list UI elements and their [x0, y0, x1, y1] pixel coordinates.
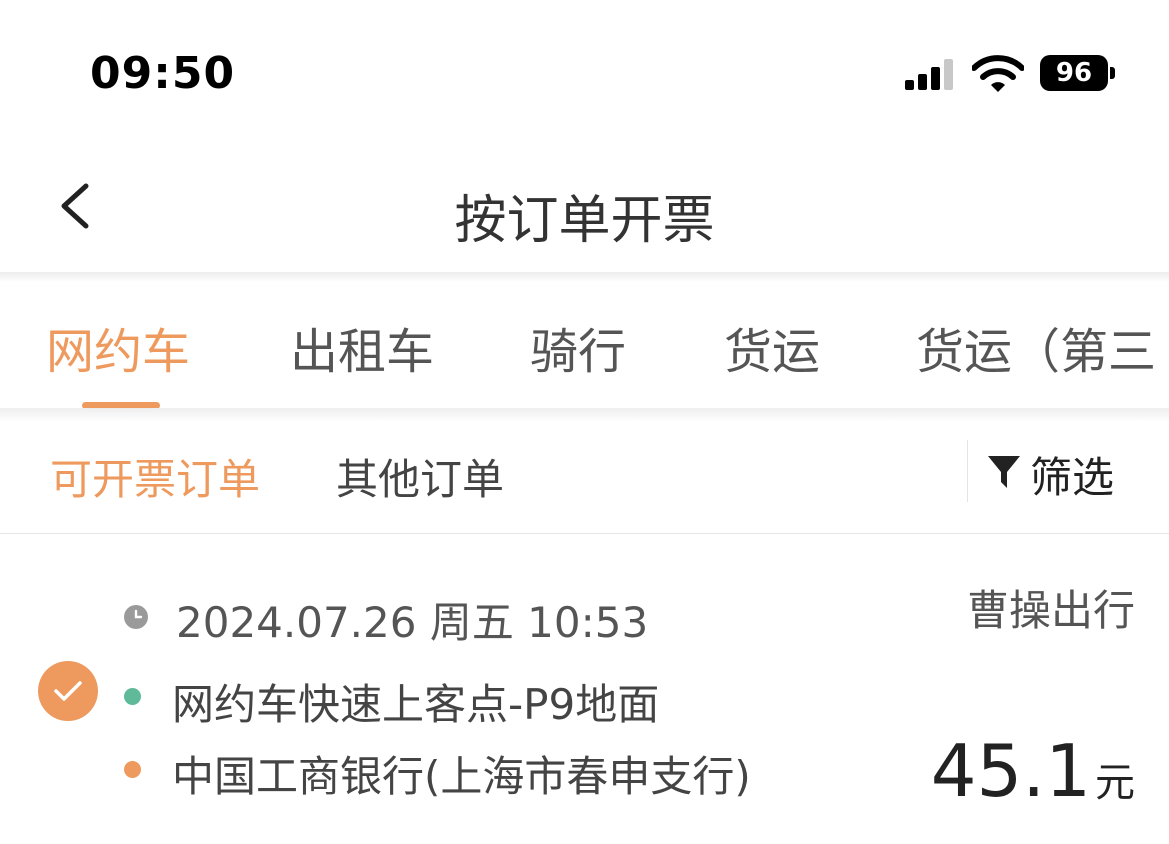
tab-ride-hailing[interactable]: 网约车: [46, 312, 190, 382]
tab-cycling[interactable]: 骑行: [530, 312, 626, 382]
funnel-icon: [988, 456, 1020, 488]
tab-freight-third-party[interactable]: 货运（第三: [916, 312, 1156, 382]
order-item[interactable]: 2024.07.26 周五 10:53 曹操出行 网约车快速上客点-P9地面 中…: [0, 535, 1169, 844]
nav-divider: [0, 272, 1169, 282]
filter-divider: [967, 440, 968, 502]
category-tabs: 网约车 出租车 骑行 货运 货运（第三: [0, 282, 1169, 410]
filter-label: 筛选: [1030, 453, 1115, 502]
check-icon: [54, 681, 82, 701]
order-time: 2024.07.26 周五 10:53: [176, 598, 649, 647]
order-start-address: 网约车快速上客点-P9地面: [172, 680, 660, 729]
subtab-other-orders[interactable]: 其他订单: [336, 446, 504, 507]
status-bar: 09:50 96: [0, 0, 1169, 140]
end-point-dot: [124, 761, 141, 778]
signal-icon: [905, 58, 957, 90]
battery-icon: 96: [1040, 55, 1108, 91]
tab-freight[interactable]: 货运: [724, 312, 820, 382]
status-time: 09:50: [90, 48, 236, 99]
order-end-address: 中国工商银行(上海市春申支行): [172, 752, 751, 801]
subtab-invoiceable-orders[interactable]: 可开票订单: [50, 446, 260, 507]
page-title: 按订单开票: [454, 191, 715, 251]
order-price: 45.1 元: [931, 729, 1135, 813]
order-provider: 曹操出行: [966, 586, 1135, 635]
start-point-dot: [124, 688, 141, 705]
order-filter-row: 可开票订单 其他订单 筛选: [0, 422, 1169, 534]
order-price-unit: 元: [1095, 760, 1135, 806]
clock-icon: [124, 605, 148, 629]
order-select-checkbox[interactable]: [38, 661, 98, 721]
tab-taxi[interactable]: 出租车: [290, 312, 434, 382]
battery-tip: [1110, 67, 1115, 79]
order-price-value: 45.1: [930, 729, 1091, 813]
nav-bar: 按订单开票: [0, 140, 1169, 272]
tabs-divider: [0, 408, 1169, 422]
wifi-icon: [972, 55, 1024, 92]
